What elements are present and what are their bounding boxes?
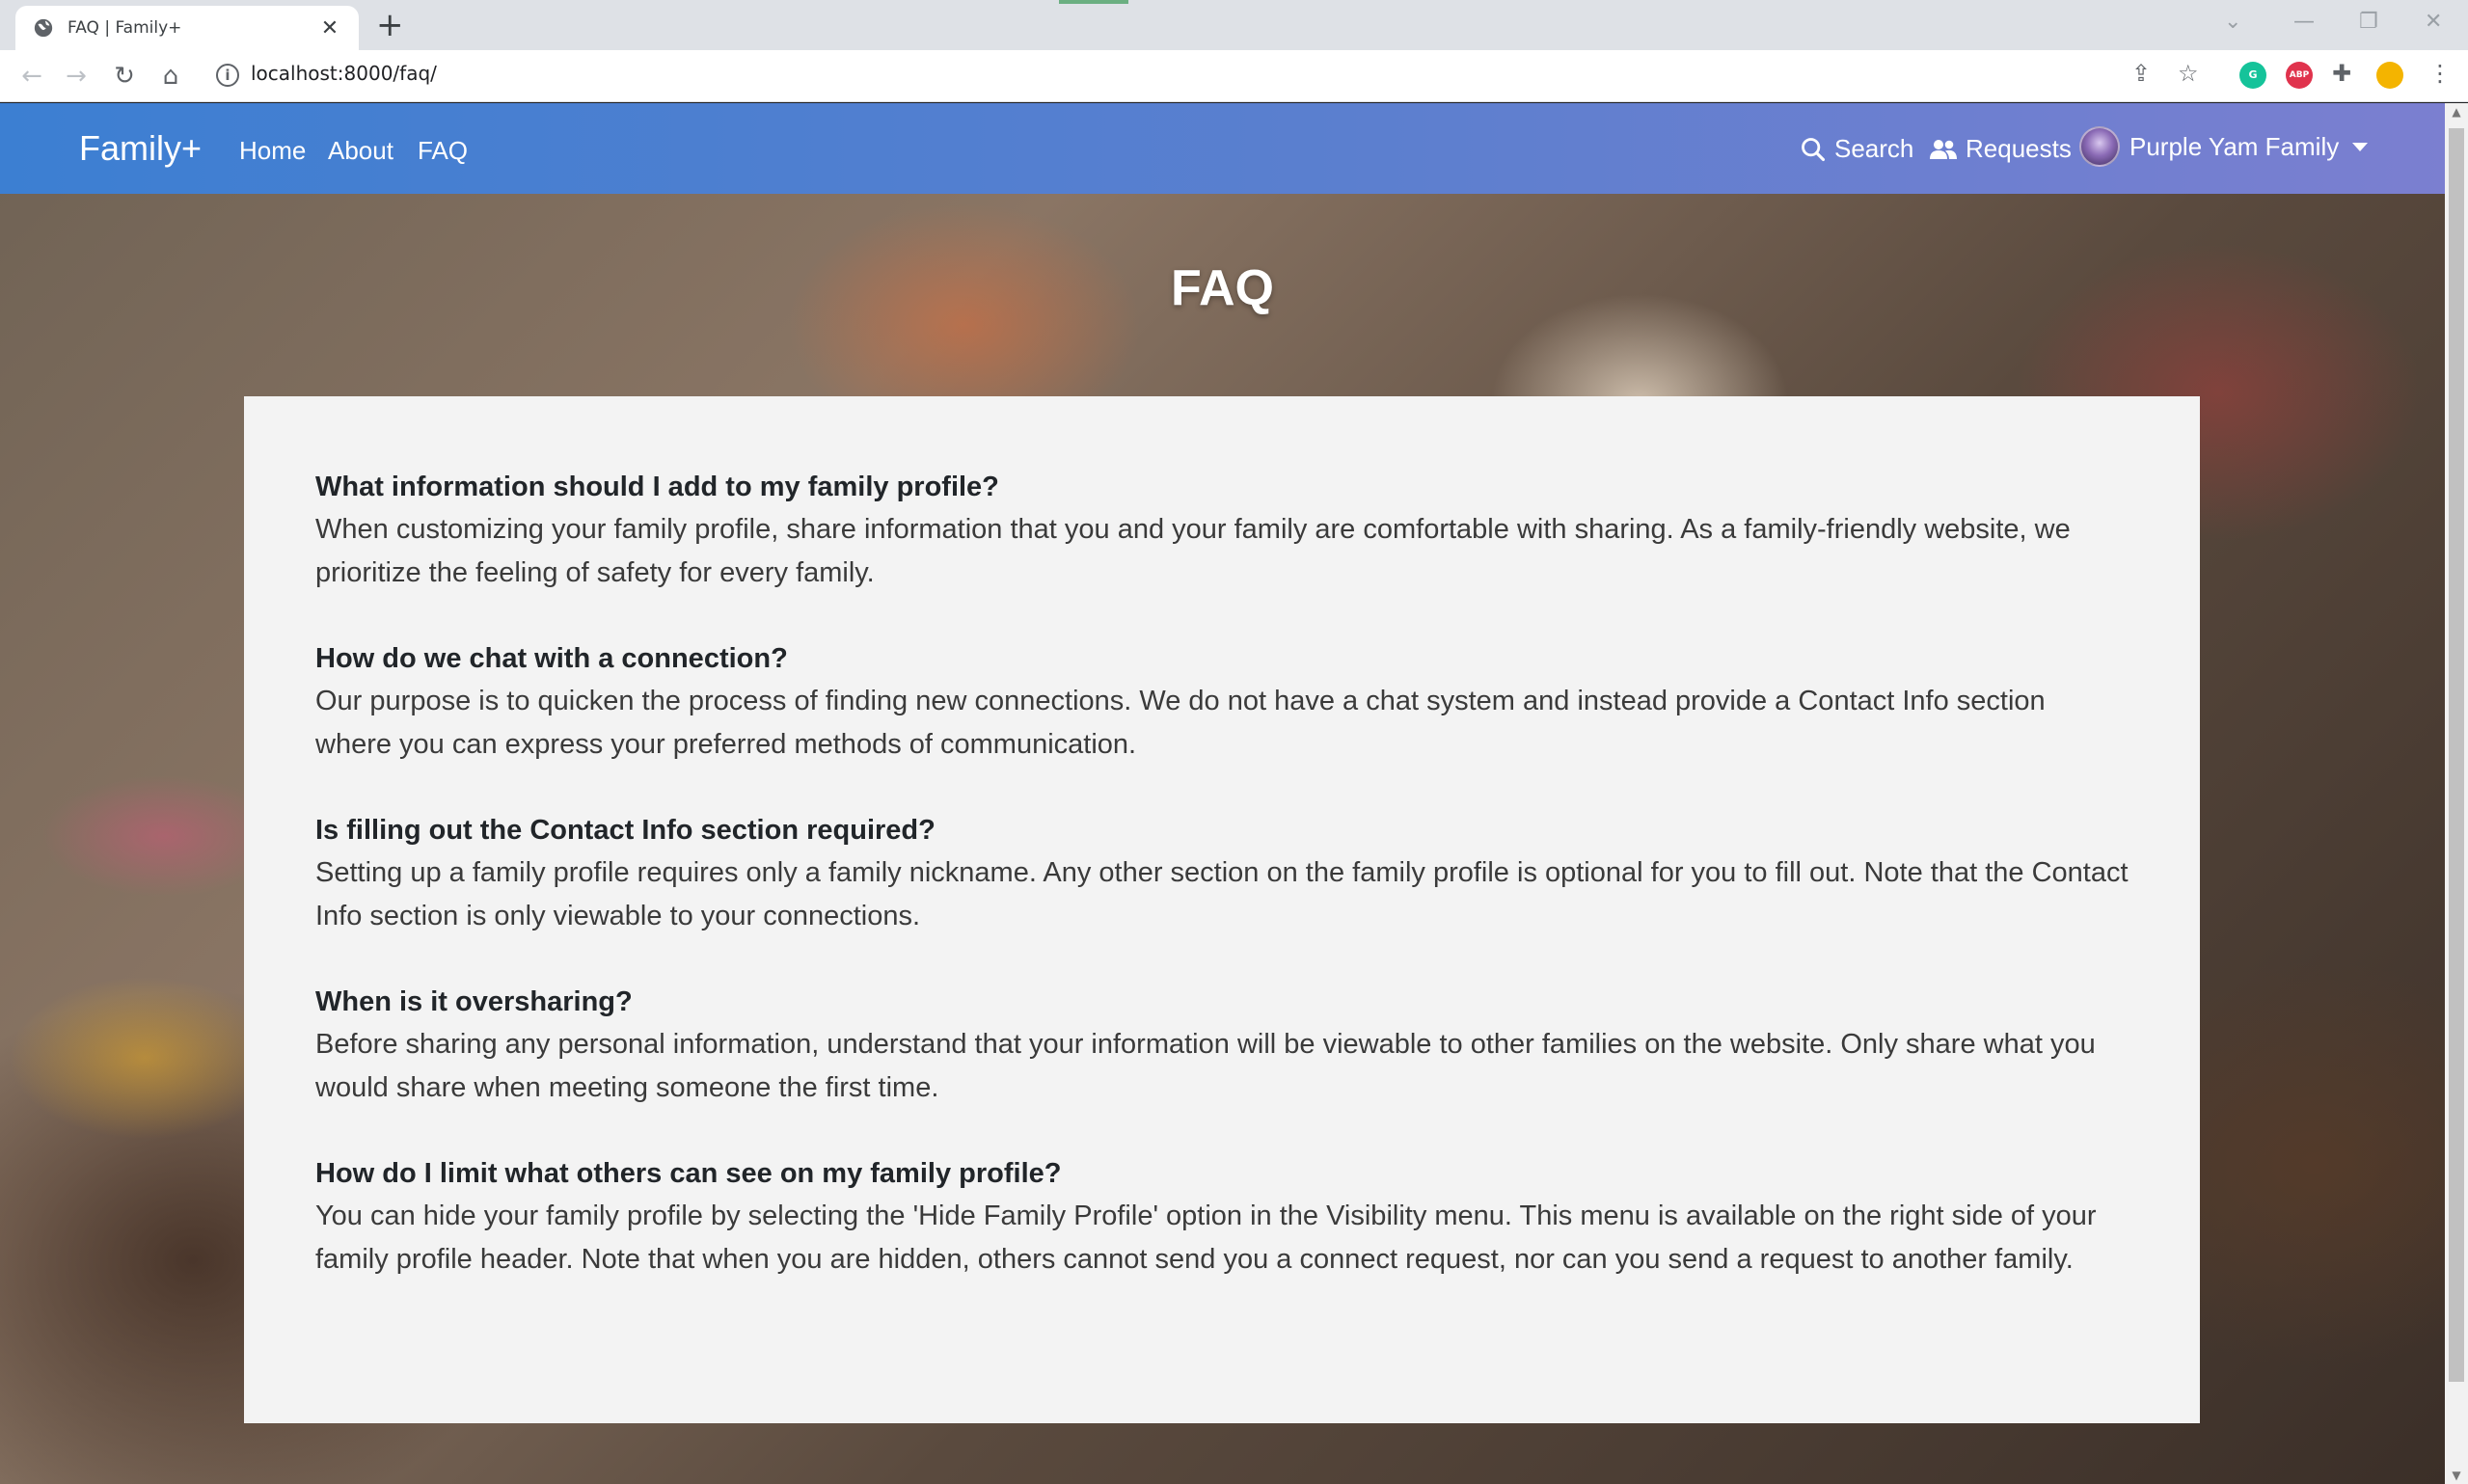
page-scrollbar[interactable]: ▲ ▼: [2445, 103, 2468, 1484]
account-dropdown[interactable]: Purple Yam Family: [2079, 126, 2369, 167]
faq-item: Is filling out the Contact Info section …: [315, 809, 2129, 938]
scrollbar-thumb[interactable]: [2449, 128, 2464, 1382]
faq-answer: When customizing your family profile, sh…: [315, 514, 2071, 588]
nav-home[interactable]: Home: [239, 136, 306, 166]
forward-icon[interactable]: →: [60, 60, 93, 93]
faq-answer: Our purpose is to quicken the process of…: [315, 686, 2046, 760]
faq-item: How do we chat with a connection? Our pu…: [315, 637, 2129, 767]
page-title: FAQ: [1171, 260, 1274, 316]
close-tab-icon[interactable]: ✕: [318, 16, 341, 40]
nav-requests[interactable]: Requests: [1929, 134, 2072, 164]
faq-item: What information should I add to my fami…: [315, 466, 2129, 595]
browser-menu-icon[interactable]: ⋮: [2428, 58, 2452, 89]
faq-item: When is it oversharing? Before sharing a…: [315, 981, 2129, 1110]
tab-hover-indicator: [1059, 0, 1128, 4]
restore-icon[interactable]: ❐: [2359, 6, 2378, 39]
faq-question: How do I limit what others can see on my…: [315, 1158, 1062, 1189]
faq-question: How do we chat with a connection?: [315, 643, 788, 674]
profile-extension-icon[interactable]: [2376, 62, 2403, 89]
bookmark-star-icon[interactable]: ☆: [2178, 58, 2199, 89]
faq-item: How do I limit what others can see on my…: [315, 1152, 2129, 1282]
browser-tab[interactable]: FAQ | Family+ ✕: [15, 6, 359, 50]
account-name: Purple Yam Family: [2129, 131, 2340, 161]
share-icon[interactable]: ⇪: [2131, 58, 2151, 89]
address-bar[interactable]: localhost:8000/faq/: [251, 62, 437, 85]
nav-search[interactable]: Search: [1800, 134, 1913, 164]
site-navbar: Family+ Home About FAQ Search Requests P…: [0, 103, 2445, 194]
faq-answer: Setting up a family profile requires onl…: [315, 857, 2129, 931]
close-window-icon[interactable]: ✕: [2425, 6, 2442, 39]
faq-question: Is filling out the Contact Info section …: [315, 815, 936, 846]
avatar: [2079, 126, 2120, 167]
chevron-down-icon: [2352, 142, 2369, 151]
page-viewport: Family+ Home About FAQ Search Requests P…: [0, 103, 2445, 1484]
home-icon[interactable]: ⌂: [154, 60, 187, 93]
reload-icon[interactable]: ↻: [108, 60, 141, 93]
nav-requests-label: Requests: [1966, 134, 2072, 163]
search-icon: [1802, 137, 1826, 161]
browser-tab-strip: FAQ | Family+ ✕ + ⌄ — ❐ ✕: [0, 0, 2468, 50]
minimize-icon[interactable]: —: [2293, 6, 2315, 39]
grammarly-extension-icon[interactable]: G: [2239, 62, 2266, 89]
scroll-down-icon[interactable]: ▼: [2445, 1469, 2468, 1482]
nav-faq[interactable]: FAQ: [418, 136, 468, 166]
tab-title: FAQ | Family+: [68, 18, 182, 38]
people-icon: [1930, 139, 1957, 159]
adblock-extension-icon[interactable]: ABP: [2286, 62, 2313, 89]
brand-logo[interactable]: Family+: [79, 128, 202, 169]
globe-icon: [34, 18, 53, 38]
back-icon[interactable]: ←: [15, 60, 48, 93]
faq-card: What information should I add to my fami…: [244, 396, 2200, 1423]
scroll-up-icon[interactable]: ▲: [2445, 105, 2468, 119]
faq-answer: You can hide your family profile by sele…: [315, 1201, 2097, 1275]
nav-about[interactable]: About: [328, 136, 393, 166]
faq-question: When is it oversharing?: [315, 986, 633, 1017]
new-tab-button[interactable]: +: [376, 8, 404, 42]
site-info-icon[interactable]: i: [216, 64, 239, 87]
nav-search-label: Search: [1834, 134, 1914, 163]
extensions-puzzle-icon[interactable]: ✚: [2332, 58, 2351, 89]
faq-answer: Before sharing any personal information,…: [315, 1029, 2096, 1103]
tab-search-icon[interactable]: ⌄: [2224, 6, 2241, 39]
faq-question: What information should I add to my fami…: [315, 472, 999, 502]
